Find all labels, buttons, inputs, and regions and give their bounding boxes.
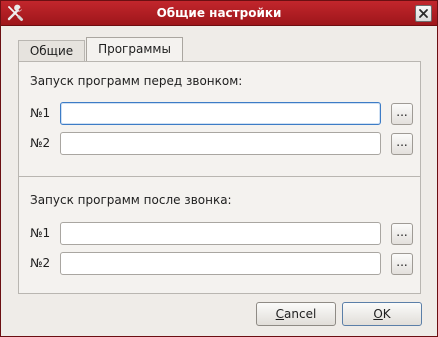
ok-button[interactable]: OK bbox=[342, 302, 422, 326]
after-program-1-browse-button[interactable]: ... bbox=[391, 223, 413, 245]
window-title: Общие настройки bbox=[156, 6, 282, 20]
before-program-1-browse-button[interactable]: ... bbox=[391, 103, 413, 125]
cancel-label-rest: ancel bbox=[284, 307, 317, 321]
after-program-2-browse-button[interactable]: ... bbox=[391, 253, 413, 275]
cancel-button[interactable]: Cancel bbox=[256, 302, 336, 326]
tab-programs[interactable]: Программы bbox=[86, 37, 183, 62]
after-row-2-label: №2 bbox=[30, 256, 51, 270]
title-bar[interactable]: Общие настройки bbox=[1, 1, 437, 26]
cancel-mnemonic: C bbox=[275, 307, 285, 321]
tab-general[interactable]: Общие bbox=[18, 40, 85, 62]
after-program-2-input[interactable] bbox=[60, 252, 381, 275]
after-call-label: Запуск программ после звонка: bbox=[30, 193, 232, 207]
close-icon bbox=[419, 9, 428, 18]
before-program-2-input[interactable] bbox=[60, 132, 381, 155]
ok-mnemonic: O bbox=[373, 307, 383, 321]
before-program-2-browse-button[interactable]: ... bbox=[391, 133, 413, 155]
before-row-2-label: №2 bbox=[30, 136, 51, 150]
before-row-1-label: №1 bbox=[30, 106, 51, 120]
settings-dialog: Общие настройки Общие Программы Запуск п… bbox=[0, 0, 438, 337]
after-row-1-label: №1 bbox=[30, 226, 51, 240]
section-divider bbox=[19, 176, 420, 177]
before-call-label: Запуск программ перед звонком: bbox=[30, 74, 243, 88]
after-program-1-input[interactable] bbox=[60, 222, 381, 245]
before-program-1-input[interactable] bbox=[60, 102, 381, 125]
programs-panel: Запуск программ перед звонком: №1 ... №2… bbox=[18, 61, 421, 294]
close-button[interactable] bbox=[415, 5, 432, 22]
ok-label-rest: K bbox=[382, 307, 391, 321]
